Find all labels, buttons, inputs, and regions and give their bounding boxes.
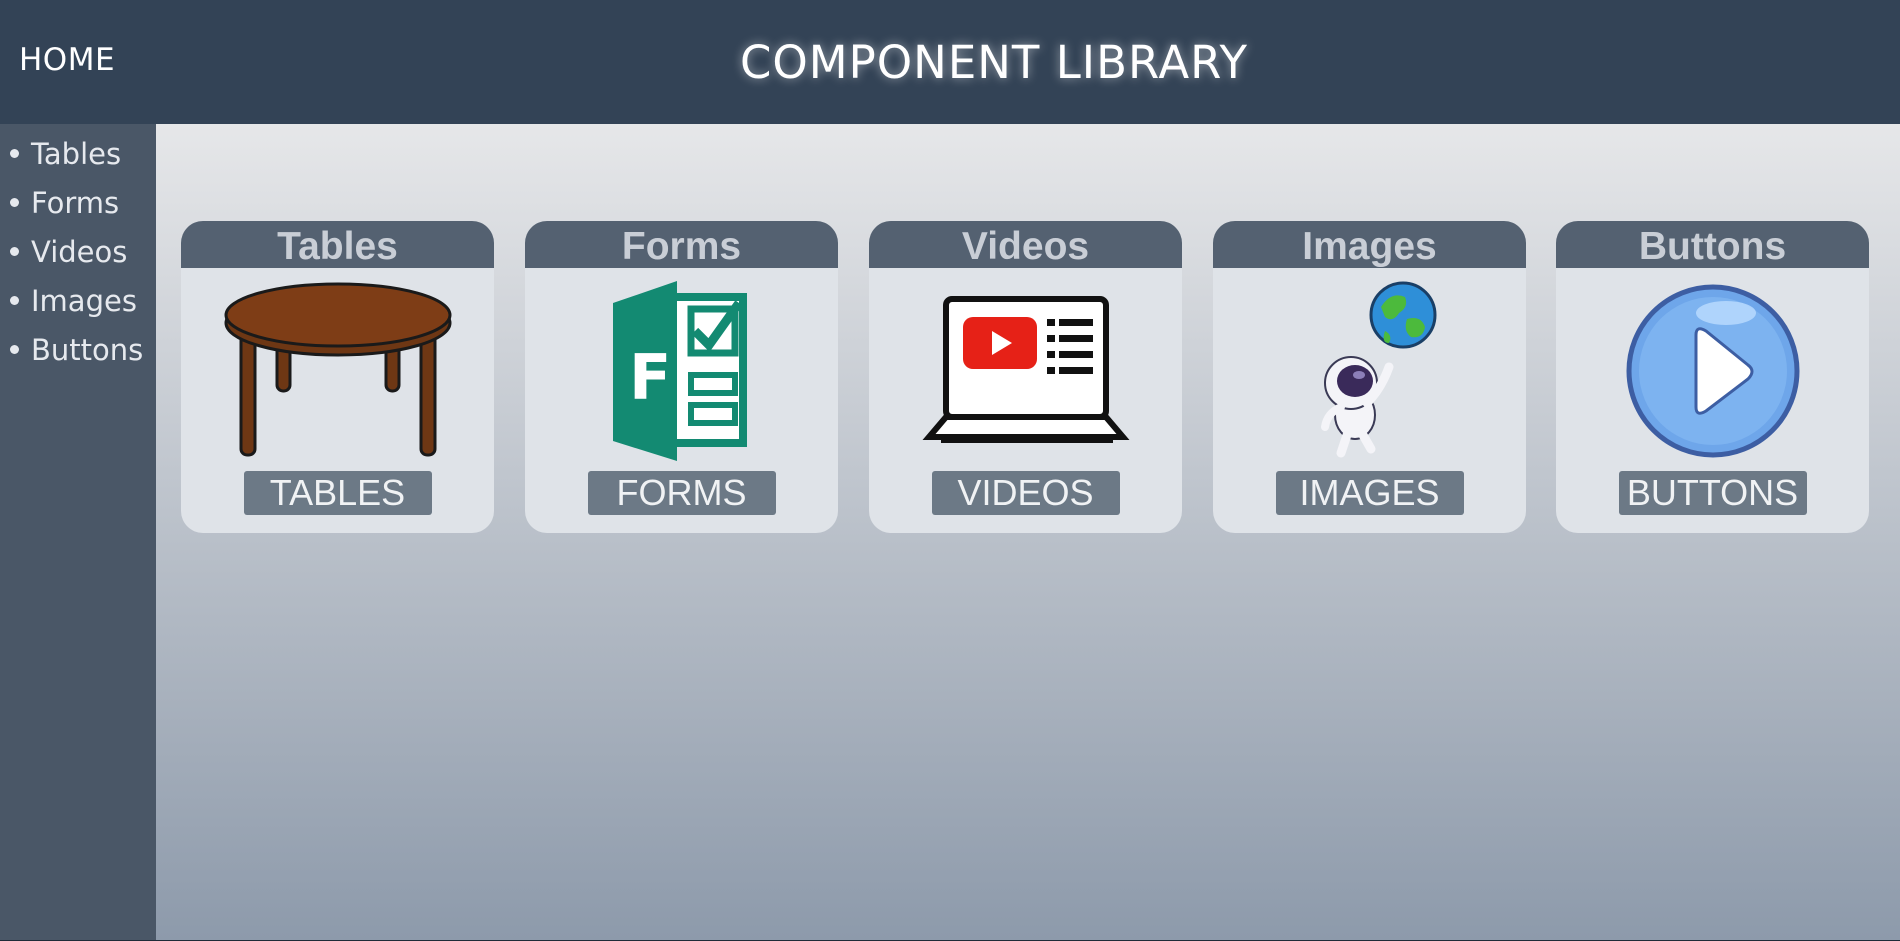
bullet-icon <box>10 246 19 256</box>
sidebar-item-videos[interactable]: Videos <box>0 228 156 277</box>
card-title: Images <box>1213 221 1526 268</box>
sidebar-item-images[interactable]: Images <box>0 277 156 326</box>
card-title: Videos <box>869 221 1182 268</box>
svg-text:F: F <box>629 341 671 414</box>
tables-button[interactable]: TABLES <box>243 471 432 515</box>
sidebar-item-label: Forms <box>31 186 120 220</box>
table-icon <box>223 279 453 463</box>
images-button[interactable]: IMAGES <box>1275 471 1464 515</box>
card-tables: Tables TABLES <box>181 221 494 533</box>
videos-button[interactable]: VIDEOS <box>931 471 1120 515</box>
sidebar-list: Tables Forms Videos Images Buttons <box>0 124 156 375</box>
laptop-video-icon <box>911 279 1141 463</box>
sidebar-item-tables[interactable]: Tables <box>0 130 156 179</box>
play-button-icon <box>1598 279 1828 463</box>
bullet-icon <box>10 148 19 158</box>
sidebar: Tables Forms Videos Images Buttons <box>0 124 156 940</box>
card-title: Tables <box>181 221 494 268</box>
card-videos: Videos VIDEOS <box>869 221 1182 533</box>
bullet-icon <box>10 295 19 305</box>
buttons-button[interactable]: BUTTONS <box>1618 471 1807 515</box>
card-title: Forms <box>525 221 838 268</box>
main-content: Tables TABLES Forms F FORMS Videos VIDEO… <box>156 124 1900 940</box>
bullet-icon <box>10 344 19 354</box>
card-buttons: Buttons BUTTONS <box>1556 221 1869 533</box>
sidebar-item-forms[interactable]: Forms <box>0 179 156 228</box>
sidebar-item-label: Buttons <box>31 333 144 367</box>
card-images: Images IMAGES <box>1213 221 1526 533</box>
card-title: Buttons <box>1556 221 1869 268</box>
bullet-icon <box>10 197 19 207</box>
forms-icon: F <box>567 279 797 463</box>
top-header: HOME COMPONENT LIBRARY <box>0 0 1900 124</box>
sidebar-item-label: Videos <box>31 235 128 269</box>
card-forms: Forms F FORMS <box>525 221 838 533</box>
sidebar-item-buttons[interactable]: Buttons <box>0 326 156 375</box>
sidebar-item-label: Images <box>31 284 137 318</box>
sidebar-item-label: Tables <box>31 137 122 171</box>
forms-button[interactable]: FORMS <box>587 471 776 515</box>
page-title: COMPONENT LIBRARY <box>739 36 1249 89</box>
astronaut-globe-icon <box>1255 279 1485 463</box>
